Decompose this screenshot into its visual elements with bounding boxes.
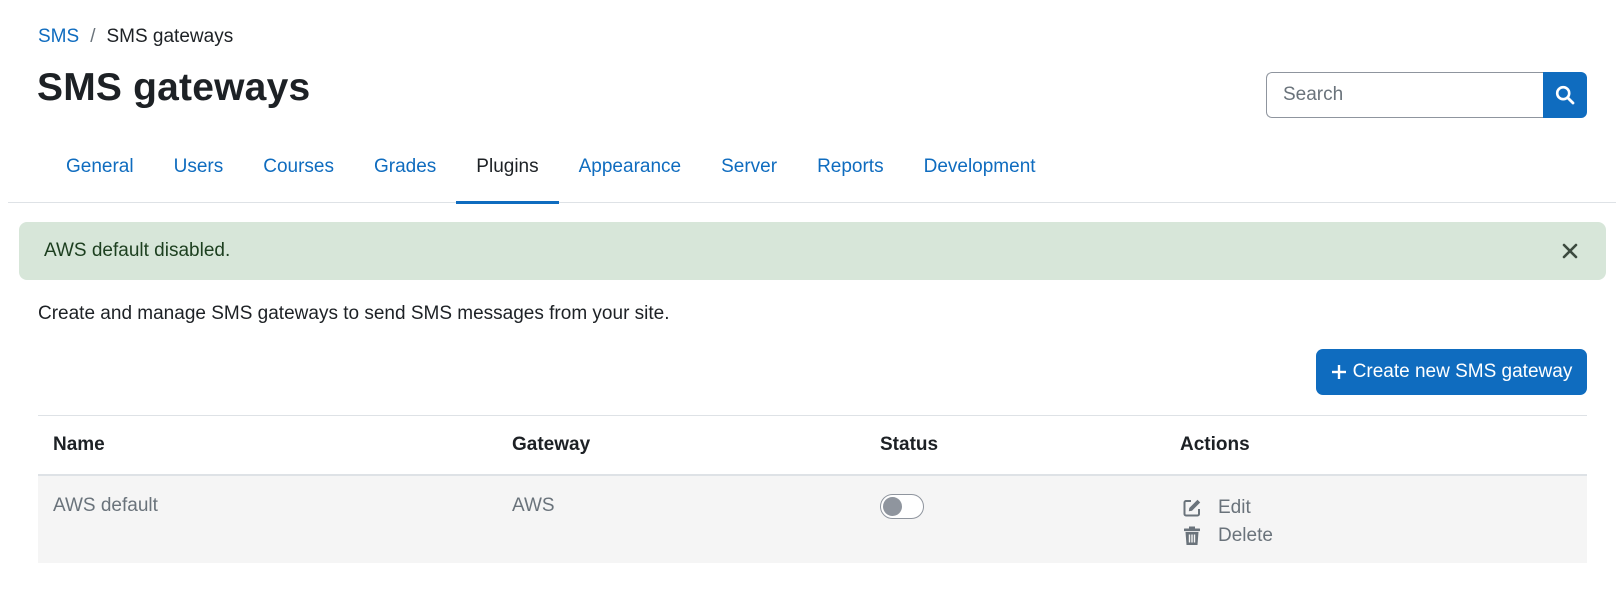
page-title: SMS gateways <box>37 66 311 109</box>
breadcrumb: SMS / SMS gateways <box>38 26 233 48</box>
table-row: AWS default AWS Edit Delete <box>38 476 1587 563</box>
header-status: Status <box>880 434 939 455</box>
edit-icon <box>1180 498 1204 518</box>
cell-actions: Edit Delete <box>1165 495 1273 549</box>
tab-server[interactable]: Server <box>701 138 797 203</box>
breadcrumb-link-sms[interactable]: SMS <box>38 26 79 48</box>
status-toggle[interactable] <box>880 494 924 519</box>
tab-general[interactable]: General <box>46 138 154 203</box>
edit-label: Edit <box>1218 497 1251 518</box>
search-icon <box>1555 85 1575 105</box>
gateways-table: Name Gateway Status Actions AWS default … <box>38 415 1587 563</box>
intro-text: Create and manage SMS gateways to send S… <box>38 303 670 324</box>
delete-action[interactable]: Delete <box>1180 523 1273 549</box>
search-input[interactable] <box>1266 72 1543 118</box>
breadcrumb-current: SMS gateways <box>106 26 234 47</box>
create-gateway-button[interactable]: Create new SMS gateway <box>1316 349 1587 395</box>
delete-label: Delete <box>1218 525 1273 546</box>
success-alert: AWS default disabled. <box>19 222 1606 280</box>
plus-icon <box>1331 364 1347 380</box>
alert-close-button[interactable] <box>1558 239 1582 263</box>
tab-courses[interactable]: Courses <box>243 138 354 203</box>
tab-grades[interactable]: Grades <box>354 138 456 203</box>
breadcrumb-separator: / <box>90 26 96 47</box>
header-name: Name <box>53 434 105 455</box>
header-gateway: Gateway <box>512 434 591 455</box>
header-actions: Actions <box>1180 434 1250 455</box>
edit-action[interactable]: Edit <box>1180 495 1273 521</box>
alert-message: AWS default disabled. <box>44 240 231 261</box>
cell-status <box>865 494 1165 519</box>
cell-name: AWS default <box>53 495 158 516</box>
tab-appearance[interactable]: Appearance <box>559 138 701 203</box>
tab-plugins[interactable]: Plugins <box>456 138 559 204</box>
create-gateway-label: Create new SMS gateway <box>1352 361 1573 382</box>
close-icon <box>1562 243 1578 259</box>
toggle-knob <box>883 497 902 516</box>
tab-reports[interactable]: Reports <box>797 138 904 203</box>
search-box <box>1266 72 1587 118</box>
tab-development[interactable]: Development <box>904 138 1056 203</box>
admin-tabs: General Users Courses Grades Plugins App… <box>8 138 1616 204</box>
search-button[interactable] <box>1543 72 1587 118</box>
trash-icon <box>1180 526 1204 546</box>
cell-gateway: AWS <box>512 495 555 516</box>
tab-users[interactable]: Users <box>154 138 244 203</box>
table-header: Name Gateway Status Actions <box>38 415 1587 476</box>
